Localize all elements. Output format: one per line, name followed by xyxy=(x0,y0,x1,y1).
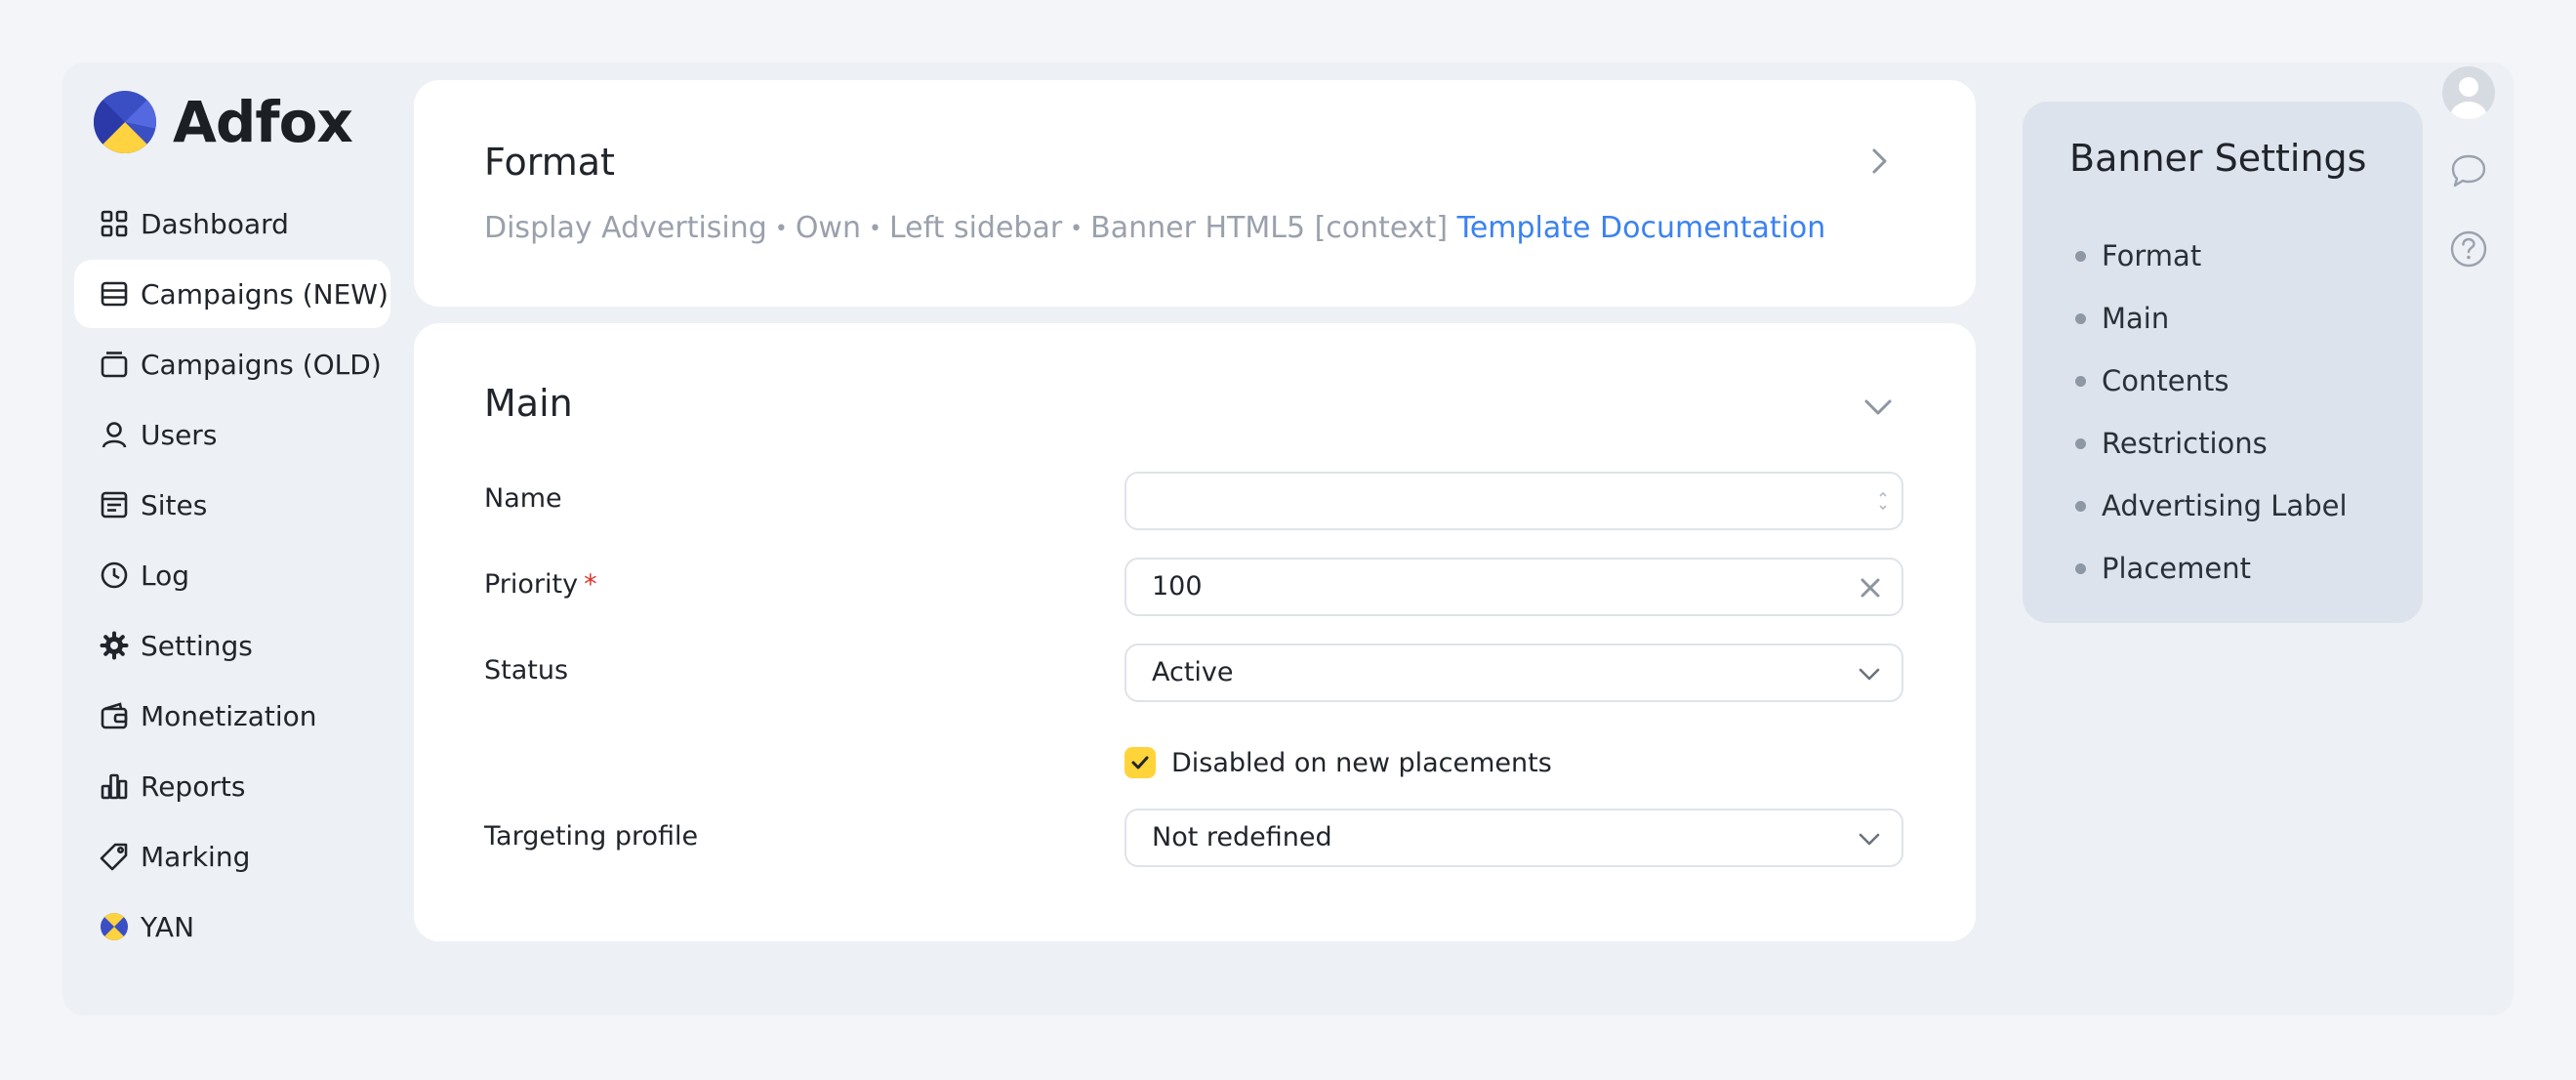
settings-nav-item-advertising-label[interactable]: Advertising Label xyxy=(2075,475,2348,537)
sidebar-item-users[interactable]: Users xyxy=(74,400,390,469)
bullet-icon xyxy=(2075,250,2086,262)
targeting-label: Targeting profile xyxy=(484,821,699,852)
clock-icon xyxy=(98,559,131,592)
banner-settings-title: Banner Settings xyxy=(2069,137,2367,180)
chevron-down-icon[interactable] xyxy=(1859,388,1898,427)
targeting-select[interactable]: Not redefined xyxy=(1124,809,1903,867)
sites-icon xyxy=(98,488,131,521)
sidebar-item-label: Campaigns (OLD) xyxy=(141,348,382,381)
status-value: Active xyxy=(1152,657,1234,687)
sidebar-nav: Dashboard Campaigns (NEW) Campaigns (OLD… xyxy=(74,189,390,963)
sidebar-item-monetization[interactable]: Monetization xyxy=(74,682,390,750)
settings-nav-item-format[interactable]: Format xyxy=(2075,225,2348,287)
format-title: Format xyxy=(484,141,615,184)
settings-nav-item-placement[interactable]: Placement xyxy=(2075,537,2348,600)
sidebar-item-label: Dashboard xyxy=(141,207,289,240)
campaigns-old-icon xyxy=(98,348,131,381)
yan-logo-icon xyxy=(98,910,131,943)
breadcrumb-separator: • xyxy=(868,217,881,241)
priority-label-text: Priority xyxy=(484,569,579,600)
settings-nav-label: Contents xyxy=(2102,364,2229,397)
format-breadcrumb: Display Advertising • Own • Left sidebar • Ban… xyxy=(484,211,1825,245)
campaigns-icon xyxy=(98,277,131,311)
avatar[interactable] xyxy=(2440,64,2497,121)
status-label: Status xyxy=(484,655,569,685)
breadcrumb-item: Own xyxy=(795,211,861,245)
settings-nav-label: Advertising Label xyxy=(2102,489,2348,522)
breadcrumb-item: Left sidebar xyxy=(888,211,1063,245)
name-field[interactable] xyxy=(1124,472,1903,530)
sidebar-item-label: Monetization xyxy=(141,699,317,732)
settings-nav-label: Placement xyxy=(2102,552,2251,585)
dashboard-icon xyxy=(98,207,131,240)
chat-icon[interactable] xyxy=(2440,143,2497,199)
breadcrumb-item: Banner HTML5 [context] xyxy=(1090,211,1449,245)
sidebar-item-marking[interactable]: Marking xyxy=(74,822,390,891)
format-card: Format Display Advertising • Own • Left side… xyxy=(414,80,1976,307)
bullet-icon xyxy=(2075,500,2086,512)
close-icon[interactable] xyxy=(1857,574,1884,602)
sidebar-item-settings[interactable]: Settings xyxy=(74,611,390,680)
sidebar-item-label: YAN xyxy=(141,910,195,943)
breadcrumb-separator: • xyxy=(1070,217,1084,241)
settings-nav-label: Main xyxy=(2102,302,2170,335)
settings-nav-item-restrictions[interactable]: Restrictions xyxy=(2075,412,2348,475)
sidebar-item-label: Log xyxy=(141,559,190,592)
spinner-icon[interactable] xyxy=(1876,483,1890,519)
bullet-icon xyxy=(2075,312,2086,324)
sidebar-item-log[interactable]: Log xyxy=(74,541,390,609)
chevron-right-icon[interactable] xyxy=(1860,143,1898,180)
bullet-icon xyxy=(2075,437,2086,449)
targeting-value: Not redefined xyxy=(1152,822,1332,852)
settings-nav-label: Format xyxy=(2102,239,2202,272)
required-mark: * xyxy=(584,569,597,600)
checkbox-label: Disabled on new placements xyxy=(1171,747,1552,778)
name-label: Name xyxy=(484,483,562,514)
main-title: Main xyxy=(484,382,573,425)
sidebar-item-label: Campaigns (NEW) xyxy=(141,277,388,311)
breadcrumb-separator: • xyxy=(774,217,788,241)
sidebar-item-label: Marking xyxy=(141,840,251,873)
template-documentation-link[interactable]: Template Documentation xyxy=(1457,211,1826,245)
tag-icon xyxy=(98,840,131,873)
sidebar-item-reports[interactable]: Reports xyxy=(74,752,390,820)
checkbox-checked[interactable] xyxy=(1124,747,1156,778)
sidebar-item-label: Sites xyxy=(141,488,208,521)
right-toolbar xyxy=(2440,64,2497,299)
chevron-down-icon xyxy=(1855,825,1884,854)
user-icon xyxy=(98,418,131,451)
settings-nav-item-main[interactable]: Main xyxy=(2075,287,2348,350)
wallet-icon xyxy=(98,699,131,732)
priority-field[interactable]: 100 xyxy=(1124,558,1903,616)
breadcrumb-item: Display Advertising xyxy=(484,211,767,245)
banner-settings-list: Format Main Contents Restrictions Advert… xyxy=(2075,225,2348,600)
sidebar-item-yan[interactable]: YAN xyxy=(74,893,390,961)
check-icon xyxy=(1131,756,1149,769)
sidebar-item-dashboard[interactable]: Dashboard xyxy=(74,189,390,258)
priority-value: 100 xyxy=(1152,571,1203,602)
settings-nav-item-contents[interactable]: Contents xyxy=(2075,350,2348,412)
banner-settings-panel: Banner Settings Format Main Contents Res… xyxy=(2023,102,2423,623)
app-name: Adfox xyxy=(173,89,353,155)
sidebar-item-campaigns-new[interactable]: Campaigns (NEW) xyxy=(74,260,390,328)
sidebar-item-label: Users xyxy=(141,418,218,451)
gear-icon xyxy=(98,629,131,662)
adfox-logo[interactable]: Adfox xyxy=(93,89,353,155)
sidebar-item-label: Settings xyxy=(141,629,253,662)
sidebar-item-sites[interactable]: Sites xyxy=(74,471,390,539)
help-icon[interactable] xyxy=(2440,221,2497,277)
sidebar-item-label: Reports xyxy=(141,769,246,803)
status-select[interactable]: Active xyxy=(1124,644,1903,702)
adfox-logo-icon xyxy=(94,91,156,153)
disabled-on-new-placements-checkbox[interactable]: Disabled on new placements xyxy=(1124,747,1552,778)
chevron-down-icon xyxy=(1855,660,1884,689)
bar-chart-icon xyxy=(98,769,131,803)
priority-label: Priority * xyxy=(484,569,597,600)
name-input[interactable] xyxy=(1126,474,1901,528)
bullet-icon xyxy=(2075,562,2086,574)
sidebar-item-campaigns-old[interactable]: Campaigns (OLD) xyxy=(74,330,390,398)
bullet-icon xyxy=(2075,375,2086,387)
settings-nav-label: Restrictions xyxy=(2102,427,2268,460)
main-card: Main Name Priority * 100 Status Active Di… xyxy=(414,323,1976,941)
